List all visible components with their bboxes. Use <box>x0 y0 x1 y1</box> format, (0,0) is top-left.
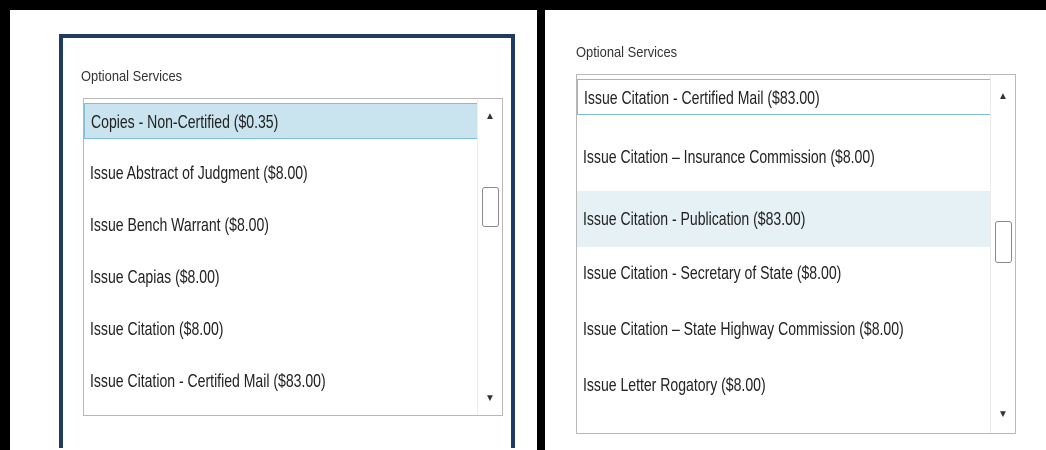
option-label: Issue Citation - Certified Mail ($83.00) <box>584 88 820 108</box>
option-label: Issue Citation – Insurance Commission ($… <box>583 147 875 167</box>
scrollbar-thumb[interactable] <box>995 221 1012 263</box>
option-label: Issue Bench Warrant ($8.00) <box>90 215 269 235</box>
black-border-top <box>0 0 1046 10</box>
section-title: Optional Services <box>576 44 678 61</box>
option-label: Issue Citation ($8.00) <box>90 319 224 339</box>
partially-hidden-option: ▪ ▪ ▪ ▪ ▪ ▪ ▪ ▪ ▪ ▪ ▪ ▪ ▪ ▪ ▪ ▪ ▪ ▪ ▪ ▪ … <box>585 427 830 433</box>
option-label: Issue Citation - Certified Mail ($83.00) <box>90 371 326 391</box>
vertical-scrollbar[interactable]: ▲ ▼ <box>477 99 502 415</box>
section-title: Optional Services <box>81 68 183 85</box>
option-label: Issue Citation – State Highway Commissio… <box>583 319 904 339</box>
list-option[interactable]: Issue Abstract of Judgment ($8.00) <box>84 155 480 191</box>
vertical-scrollbar[interactable]: ▲ ▼ <box>990 75 1015 433</box>
scroll-up-arrow-icon[interactable]: ▲ <box>991 87 1015 107</box>
scroll-down-arrow-icon[interactable]: ▼ <box>478 389 502 409</box>
list-option[interactable]: Issue Citation – State Highway Commissio… <box>577 311 991 347</box>
list-option[interactable]: Issue Citation - Certified Mail ($83.00) <box>84 363 480 399</box>
option-label: Issue Abstract of Judgment ($8.00) <box>90 163 308 183</box>
optional-services-listbox[interactable]: Issue Citation - Certified Mail ($83.00)… <box>576 74 1016 434</box>
option-label: Copies - Non-Certified ($0.35) <box>91 112 279 132</box>
list-option[interactable]: Issue Citation ($8.00) <box>84 311 480 347</box>
list-option[interactable]: Issue Citation – Insurance Commission ($… <box>577 139 991 175</box>
option-label: Issue Citation - Publication ($83.00) <box>583 209 806 229</box>
scroll-down-arrow-icon[interactable]: ▼ <box>991 405 1015 425</box>
partially-hidden-option: ▪ ▪ ▪ ▪ ▪ ▪ ▪ ▪ ▪ ▪ ▪ ▪ ▪ ▪ ▪ ▪ ▪ ▪ ▪ ▪ … <box>92 409 326 415</box>
black-border-left <box>0 0 10 450</box>
option-label: Issue Letter Rogatory ($8.00) <box>583 375 766 395</box>
left-panel: Optional Services Copies - Non-Certified… <box>59 34 515 448</box>
scroll-up-arrow-icon[interactable]: ▲ <box>478 107 502 127</box>
black-divider <box>537 0 545 450</box>
list-option[interactable]: Issue Citation - Secretary of State ($8.… <box>577 255 991 291</box>
list-option[interactable]: Issue Citation - Publication ($83.00) <box>577 191 991 247</box>
option-label: Issue Capias ($8.00) <box>90 267 220 287</box>
optional-services-listbox[interactable]: Copies - Non-Certified ($0.35) Issue Abs… <box>83 98 503 416</box>
list-option[interactable]: Issue Letter Rogatory ($8.00) <box>577 367 991 403</box>
right-panel: Optional Services Issue Citation - Certi… <box>576 40 1020 450</box>
scrollbar-thumb[interactable] <box>482 187 499 227</box>
list-option[interactable]: Copies - Non-Certified ($0.35) <box>84 103 480 139</box>
composite-screenshot: Optional Services Copies - Non-Certified… <box>0 0 1046 450</box>
list-option[interactable]: Issue Citation - Certified Mail ($83.00) <box>577 79 991 115</box>
list-option[interactable]: Issue Bench Warrant ($8.00) <box>84 207 480 243</box>
option-label: Issue Citation - Secretary of State ($8.… <box>583 263 842 283</box>
list-option[interactable]: Issue Capias ($8.00) <box>84 259 480 295</box>
